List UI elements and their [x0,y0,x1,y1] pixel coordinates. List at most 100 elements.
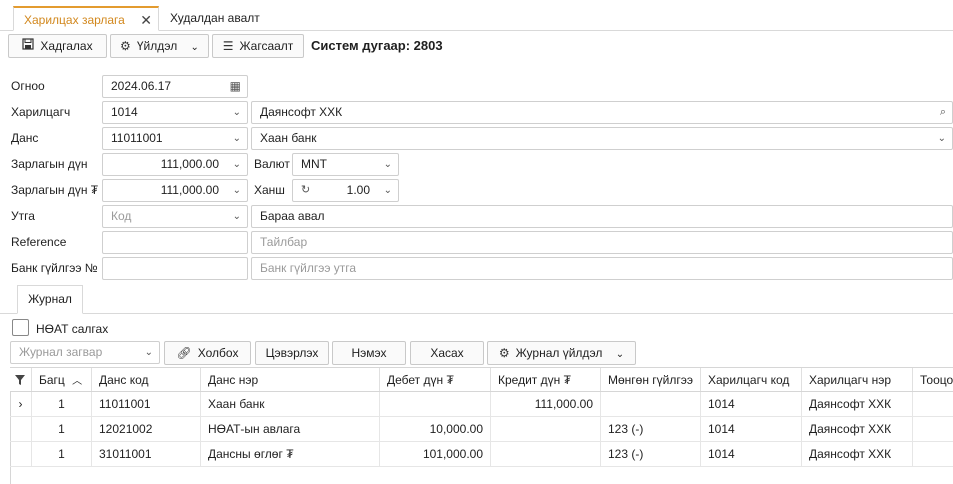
col-acc-code[interactable]: Данс код [92,368,201,391]
vat-checkbox[interactable] [12,319,29,336]
account-code-select[interactable]: 11011001 ⌄ [102,127,248,150]
chevron-down-icon: ⌄ [232,211,241,222]
purpose-code-placeholder: Код [111,209,132,223]
journal-template-select[interactable]: Журнал загвар ⌄ [10,341,160,364]
clear-button[interactable]: Цэвэрлэх [255,341,329,365]
gear-icon: ⚙ [120,39,131,53]
list-icon: ☰ [222,39,234,53]
bank-tx-description-input[interactable]: Банк гүйлгээ утга [251,257,953,280]
currency-value: MNT [301,157,327,171]
cell-partner-code: 1014 [701,392,802,416]
chevron-down-icon: ⌄ [232,107,241,118]
save-icon [22,35,35,57]
amount-mnt-label: Зарлагын дүн ₮ [11,183,99,197]
col-partner-name-label: Харилцагч нэр [809,373,891,387]
list-button[interactable]: ☰ Жагсаалт [212,34,304,58]
remove-button-label: Хасах [430,346,464,360]
filter-icon[interactable] [10,368,32,391]
cell-partner-name: Даянсофт ХХК [802,417,913,441]
chevron-down-icon: ⌄ [144,347,153,358]
clear-button-label: Цэвэрлэх [265,346,319,360]
tab-journal-label: Журнал [28,292,72,306]
link-icon: 🔗︎ [176,346,192,360]
date-field[interactable]: 2024.06.17 ▦ [102,75,248,98]
chevron-down-icon: ⌄ [232,159,241,170]
system-number: Систем дугаар: 2803 [311,38,443,53]
amount-value: 111,000.00 [160,157,219,171]
note-input[interactable]: Тайлбар [251,231,953,254]
link-button[interactable]: 🔗︎ Холбох [164,341,251,365]
link-button-label: Холбох [197,346,239,360]
rate-value: 1.00 [346,183,370,197]
tab-expense-label: Харилцах зарлага [24,13,125,27]
partner-code-select[interactable]: 1014 ⌄ [102,101,248,124]
cell-acc-name: Дансны өглөг ₮ [201,442,380,466]
action-dropdown-button[interactable]: ⚙ Үйлдэл ⌄ [110,34,209,58]
cell-acc-code: 31011001 [92,442,201,466]
col-batch[interactable]: Багц ︿ [32,368,92,391]
cell-debit: 10,000.00 [380,417,491,441]
add-button[interactable]: Нэмэх [332,341,406,365]
remove-button[interactable]: Хасах [410,341,484,365]
currency-label: Валют [254,157,290,171]
refresh-icon[interactable]: ↻ [301,180,310,201]
reference-label: Reference [11,235,67,249]
account-name-value: Хаан банк [260,131,317,145]
tab-purchase-label: Худалдан авалт [170,11,260,25]
bank-tx-placeholder: Банк гүйлгээ утга [260,261,357,275]
cell-partner-code: 1014 [701,442,802,466]
vat-checkbox-label: НӨАТ салгах [36,322,109,336]
col-partner-name[interactable]: Харилцагч нэр [802,368,913,391]
amount-input[interactable]: 111,000.00 ⌄ [102,153,248,176]
date-value: 2024.06.17 [111,79,172,93]
purpose-code-select[interactable]: Код ⌄ [102,205,248,228]
tab-expense[interactable]: Харилцах зарлага ✕ [13,6,159,31]
col-acc-name-label: Данс нэр [208,373,259,387]
table-row[interactable]: › 1 11011001 Хаан банк 111,000.00 1014 Д… [10,392,953,417]
tab-journal[interactable]: Журнал [17,285,83,314]
bank-tx-input[interactable] [102,257,248,280]
chevron-down-icon: ⌄ [383,185,392,196]
account-label: Данс [11,131,39,145]
date-label: Огноо [11,79,45,93]
journal-action-button[interactable]: ⚙ Журнал үйлдэл ⌄ [487,341,636,365]
col-credit[interactable]: Кредит дүн ₮ [491,368,601,391]
amount-mnt-value: 111,000.00 [160,183,219,197]
col-settlement[interactable]: Тооцо [913,368,953,391]
search-icon[interactable]: ⌕ [940,102,946,123]
purpose-input[interactable]: Бараа авал [251,205,953,228]
cell-cash [601,392,701,416]
table-row[interactable]: 1 31011001 Дансны өглөг ₮ 101,000.00 123… [10,442,953,467]
gear-icon: ⚙ [498,346,510,360]
close-icon[interactable]: ✕ [140,8,152,32]
chevron-down-icon: ⌄ [937,133,946,144]
col-partner-code[interactable]: Харилцагч код [701,368,802,391]
action-button-label: Үйлдэл [136,39,178,53]
cell-acc-name: НӨАТ-ын авлага [201,417,380,441]
col-acc-name[interactable]: Данс нэр [201,368,380,391]
cell-settlement [913,392,953,416]
partner-code-value: 1014 [111,105,138,119]
rate-input[interactable]: ↻ 1.00 ⌄ [292,179,399,202]
tab-purchase[interactable]: Худалдан авалт [160,6,270,31]
chevron-down-icon: ⌄ [232,133,241,144]
journal-action-label: Журнал үйлдэл [515,346,603,360]
grid-header: Багц ︿ Данс код Данс нэр Дебет дүн ₮ Кре… [10,367,953,392]
cell-cash: 123 (-) [601,442,701,466]
account-name-select[interactable]: Хаан банк ⌄ [251,127,953,150]
currency-select[interactable]: MNT ⌄ [292,153,399,176]
reference-input[interactable] [102,231,248,254]
col-credit-label: Кредит дүн ₮ [498,373,571,387]
table-row[interactable]: 1 12021002 НӨАТ-ын авлага 10,000.00 123 … [10,417,953,442]
col-cash[interactable]: Мөнгөн гүйлгээ [601,368,701,391]
save-button[interactable]: Хадгалах [8,34,107,58]
account-code-value: 11011001 [111,131,163,145]
partner-name-search[interactable]: Даянсофт ХХК ⌕ [251,101,953,124]
cell-acc-code: 12021002 [92,417,201,441]
cell-cash: 123 (-) [601,417,701,441]
amount-mnt-input[interactable]: 111,000.00 ⌄ [102,179,248,202]
col-debit[interactable]: Дебет дүн ₮ [380,368,491,391]
chevron-down-icon: ⌄ [383,159,392,170]
cell-partner-code: 1014 [701,417,802,441]
calendar-icon[interactable]: ▦ [230,76,241,97]
